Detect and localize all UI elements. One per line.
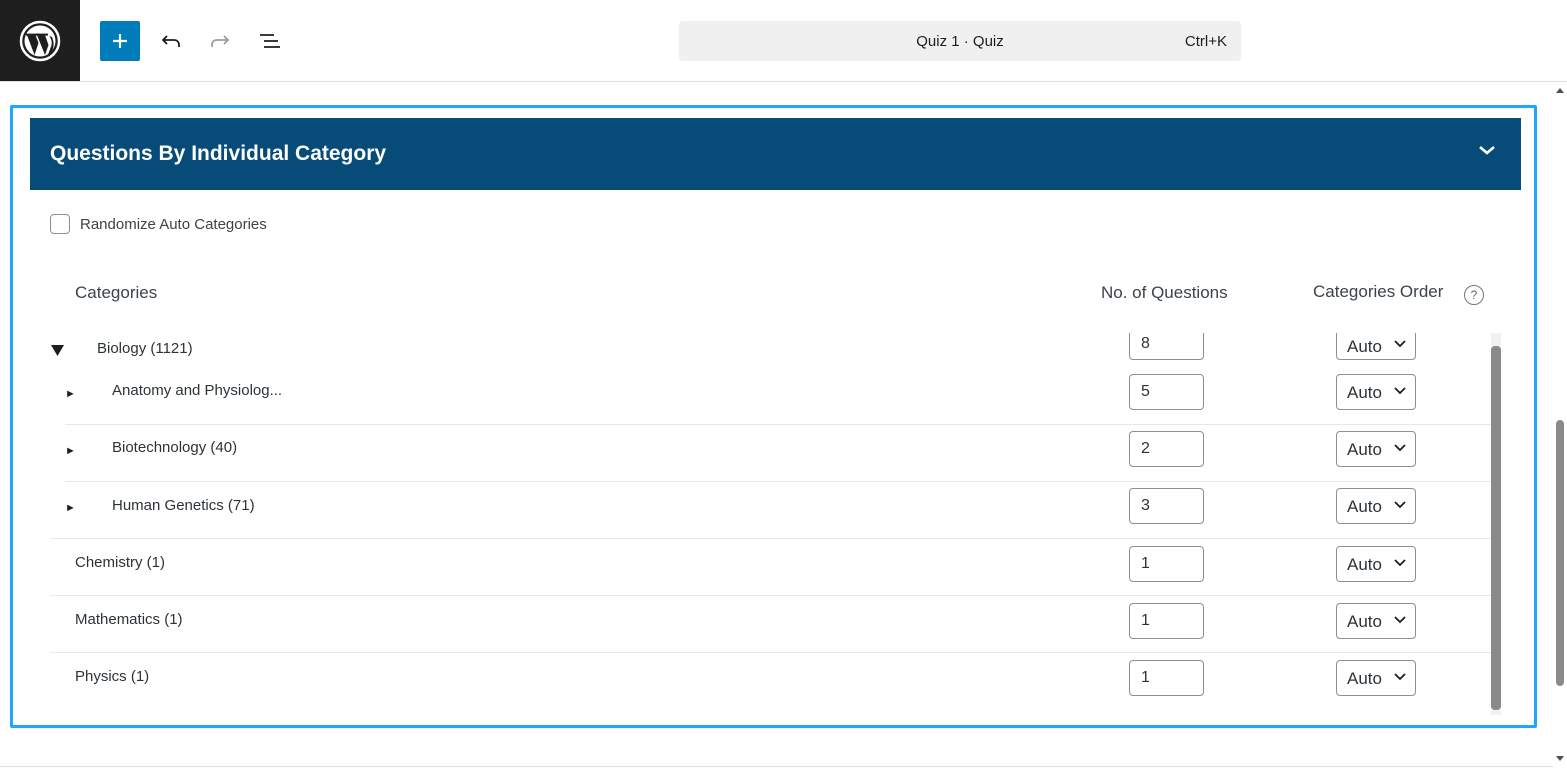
- category-label: Biology (1121): [97, 340, 193, 357]
- document-overview-button[interactable]: [257, 28, 283, 54]
- order-value: Auto: [1347, 497, 1382, 516]
- table-row: ► Anatomy and Physiolog... 5 Auto: [50, 368, 1491, 425]
- add-block-button[interactable]: [100, 21, 140, 61]
- questions-input[interactable]: 2: [1129, 431, 1204, 467]
- table-row: Physics (1) 1 Auto: [50, 652, 1491, 709]
- order-value: Auto: [1347, 612, 1382, 631]
- order-select[interactable]: Auto: [1336, 603, 1416, 639]
- questions-input[interactable]: 1: [1129, 660, 1204, 696]
- randomize-option[interactable]: Randomize Auto Categories: [50, 214, 267, 234]
- chevron-down-icon: [1394, 559, 1406, 567]
- category-label: Biotechnology (40): [112, 439, 238, 456]
- undo-icon: [161, 35, 180, 47]
- scroll-up-icon[interactable]: [1556, 88, 1564, 93]
- redo-icon: [211, 35, 230, 47]
- order-select[interactable]: Auto: [1336, 488, 1416, 524]
- questions-input[interactable]: 5: [1129, 374, 1204, 410]
- table-row: ► Biotechnology (40) 2 Auto: [65, 424, 1491, 481]
- help-icon[interactable]: ?: [1464, 285, 1484, 305]
- scroll-down-icon[interactable]: [1556, 756, 1564, 761]
- chevron-down-icon: [1394, 673, 1406, 681]
- randomize-label: Randomize Auto Categories: [80, 215, 267, 233]
- panel-title: Questions By Individual Category: [50, 142, 387, 165]
- table-scrollbar-thumb[interactable]: [1491, 346, 1501, 710]
- panel-header[interactable]: Questions By Individual Category: [30, 118, 1521, 190]
- order-value: Auto: [1347, 383, 1382, 402]
- collapse-toggle-icon[interactable]: [51, 345, 64, 356]
- document-title: Quiz 1 · Quiz: [916, 33, 1004, 50]
- order-select[interactable]: Auto: [1336, 431, 1416, 467]
- undo-button[interactable]: [158, 28, 184, 54]
- expand-toggle-icon[interactable]: ►: [65, 445, 76, 457]
- category-label: Mathematics (1): [75, 611, 183, 628]
- table-row: ► Human Genetics (71) 3 Auto: [65, 481, 1491, 538]
- plus-icon: [113, 34, 127, 48]
- randomize-checkbox[interactable]: [50, 214, 70, 234]
- order-select[interactable]: Auto: [1336, 546, 1416, 582]
- editor-toolbar: Quiz 1 · Quiz Ctrl+K: [0, 0, 1567, 82]
- table-row: Mathematics (1) 1 Auto: [50, 595, 1491, 652]
- page-scrollbar-thumb[interactable]: [1556, 420, 1564, 686]
- wordpress-logo-icon[interactable]: [0, 0, 80, 81]
- order-value: Auto: [1347, 669, 1382, 688]
- redo-button[interactable]: [207, 28, 233, 54]
- chevron-down-icon: [1394, 387, 1406, 395]
- questions-input[interactable]: 1: [1129, 546, 1204, 582]
- column-header-categories: Categories: [75, 283, 158, 302]
- shortcut-hint: Ctrl+K: [1184, 33, 1227, 50]
- order-value: Auto: [1347, 440, 1382, 459]
- order-value: Auto: [1347, 555, 1382, 574]
- order-select[interactable]: Auto: [1336, 333, 1416, 360]
- order-select[interactable]: Auto: [1336, 660, 1416, 696]
- questions-input[interactable]: 8: [1129, 333, 1204, 360]
- divider: [0, 766, 1553, 767]
- list-view-icon: [260, 34, 280, 48]
- category-label: Chemistry (1): [75, 554, 166, 571]
- chevron-down-icon: [1394, 616, 1406, 624]
- category-label: Human Genetics (71): [112, 497, 255, 514]
- category-table: Biology (1121) 8 Auto ► Anatomy and Phys…: [50, 333, 1502, 715]
- category-label: Physics (1): [75, 668, 150, 685]
- chevron-down-icon[interactable]: [1477, 140, 1497, 160]
- chevron-down-icon: [1394, 444, 1406, 452]
- table-row: Chemistry (1) 1 Auto: [50, 538, 1491, 595]
- order-value: Auto: [1347, 337, 1382, 356]
- expand-toggle-icon[interactable]: ►: [65, 388, 76, 400]
- category-label: Anatomy and Physiolog...: [112, 382, 283, 399]
- command-palette-bar[interactable]: Quiz 1 · Quiz Ctrl+K: [679, 21, 1241, 61]
- column-header-questions: No. of Questions: [1101, 283, 1228, 302]
- questions-input[interactable]: 3: [1129, 488, 1204, 524]
- expand-toggle-icon[interactable]: ►: [65, 502, 76, 514]
- column-header-order: Categories Order: [1313, 282, 1444, 301]
- questions-input[interactable]: 1: [1129, 603, 1204, 639]
- chevron-down-icon: [1394, 501, 1406, 509]
- order-select[interactable]: Auto: [1336, 374, 1416, 410]
- chevron-down-icon: [1394, 340, 1406, 348]
- page-scrollbar[interactable]: [1553, 82, 1567, 771]
